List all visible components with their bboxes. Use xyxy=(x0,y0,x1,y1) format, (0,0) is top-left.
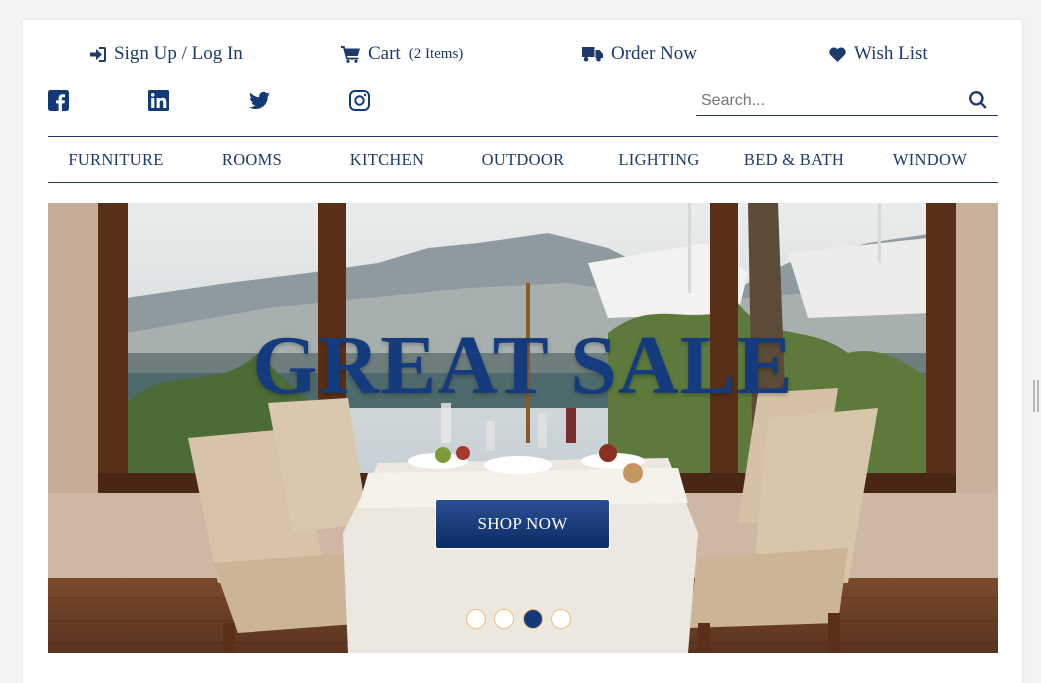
hero-image xyxy=(48,203,998,653)
sign-in-icon xyxy=(89,46,106,62)
shop-now-button[interactable]: SHOP NOW xyxy=(435,499,610,549)
search-bar xyxy=(696,86,998,116)
nav-item-window[interactable]: WINDOW xyxy=(862,137,998,182)
page-container: Sign Up / Log In Cart (2 Items) Order No… xyxy=(23,20,1022,683)
signin-link[interactable]: Sign Up / Log In xyxy=(89,42,243,66)
hero-carousel: GREAT SALE SHOP NOW xyxy=(48,203,998,653)
nav-item-outdoor[interactable]: OUTDOOR xyxy=(455,137,591,182)
main-nav: FURNITURE ROOMS KITCHEN OUTDOOR LIGHTING… xyxy=(48,136,998,183)
linkedin-icon xyxy=(148,90,170,111)
nav-item-lighting[interactable]: LIGHTING xyxy=(591,137,727,182)
cart-label: Cart xyxy=(368,43,401,64)
hero-title: GREAT SALE xyxy=(252,319,794,412)
carousel-dot-3[interactable] xyxy=(523,609,543,629)
facebook-icon xyxy=(48,90,70,111)
scrollbar-handle[interactable] xyxy=(1033,380,1039,412)
wishlist-label: Wish List xyxy=(854,43,928,64)
wishlist-link[interactable]: Wish List xyxy=(829,42,928,66)
instagram-icon xyxy=(349,90,371,111)
signin-label: Sign Up / Log In xyxy=(114,43,243,64)
carousel-dot-2[interactable] xyxy=(494,609,514,629)
search-input[interactable] xyxy=(701,89,961,113)
carousel-indicators xyxy=(466,609,586,631)
heart-icon xyxy=(829,46,846,62)
order-now-label: Order Now xyxy=(611,43,698,64)
instagram-link[interactable] xyxy=(349,90,371,112)
nav-item-kitchen[interactable]: KITCHEN xyxy=(319,137,455,182)
cart-count: (2 Items) xyxy=(408,45,464,62)
carousel-dot-4[interactable] xyxy=(551,609,571,629)
nav-item-furniture[interactable]: FURNITURE xyxy=(48,137,184,182)
truck-icon xyxy=(582,46,603,62)
nav-item-rooms[interactable]: ROOMS xyxy=(184,137,320,182)
cart-link[interactable]: Cart (2 Items) xyxy=(341,42,463,66)
facebook-link[interactable] xyxy=(48,90,70,112)
search-button[interactable] xyxy=(969,91,989,111)
cart-icon xyxy=(341,45,360,63)
top-links-bar: Sign Up / Log In Cart (2 Items) Order No… xyxy=(23,20,1022,88)
linkedin-link[interactable] xyxy=(148,90,170,112)
nav-item-bed-bath[interactable]: BED & BATH xyxy=(726,137,862,182)
order-now-link[interactable]: Order Now xyxy=(582,42,697,66)
twitter-icon xyxy=(249,90,271,111)
carousel-dot-1[interactable] xyxy=(466,609,486,629)
search-icon xyxy=(969,91,989,109)
twitter-link[interactable] xyxy=(249,90,271,112)
